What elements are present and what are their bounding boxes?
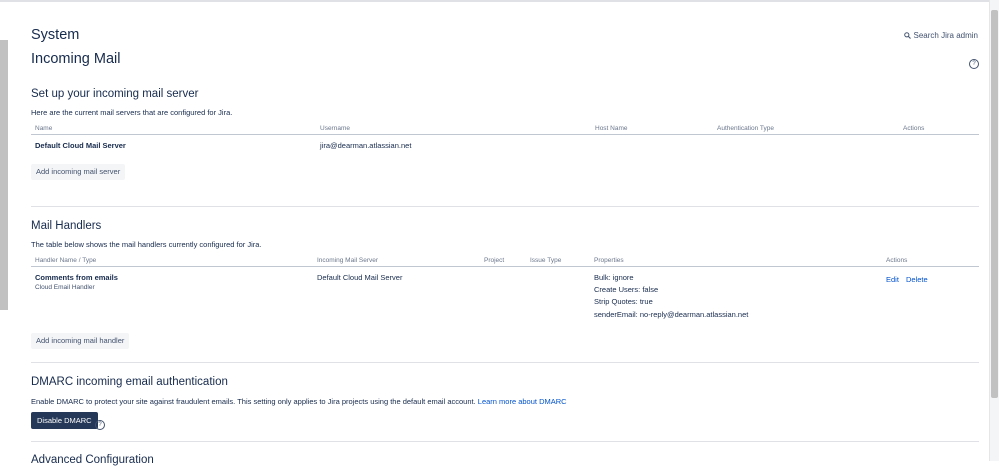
left-scrollbar[interactable]: [0, 40, 8, 310]
add-incoming-mail-server-button[interactable]: Add incoming mail server: [31, 164, 126, 180]
section-divider: [31, 206, 979, 207]
table-header-divider: [31, 134, 979, 135]
add-incoming-mail-handler-button[interactable]: Add incoming mail handler: [31, 333, 130, 349]
dmarc-description-row: Enable DMARC to protect your site agains…: [31, 397, 567, 406]
system-title: System: [31, 27, 80, 43]
section-divider: [31, 362, 979, 363]
col-username: Username: [320, 125, 350, 132]
main-content: System Incoming Mail Search Jira admin ?…: [31, 0, 979, 466]
handler-table-header-divider: [31, 266, 979, 267]
property-bulk: Bulk: ignore: [594, 273, 634, 282]
learn-more-dmarc-link[interactable]: Learn more about DMARC: [478, 397, 567, 406]
page-title: Incoming Mail: [31, 51, 121, 67]
mail-handlers-description: The table below shows the mail handlers …: [31, 240, 262, 249]
col-auth-type: Authentication Type: [717, 125, 774, 132]
handler-name: Comments from emails: [35, 273, 118, 282]
col-handler: Handler Name / Type: [35, 257, 97, 264]
search-jira-admin-label: Search Jira admin: [913, 31, 978, 40]
col-properties: Properties: [594, 257, 624, 264]
disable-dmarc-button[interactable]: Disable DMARC: [31, 412, 98, 429]
advanced-config-heading: Advanced Configuration: [31, 454, 154, 466]
col-name: Name: [35, 125, 53, 132]
property-sender-email: senderEmail: no-reply@dearman.atlassian.…: [594, 310, 749, 319]
page-scrollbar-track[interactable]: [989, 0, 999, 461]
search-jira-admin-link[interactable]: Search Jira admin: [903, 31, 978, 40]
mail-server-heading: Set up your incoming mail server: [31, 88, 199, 100]
section-divider: [31, 441, 979, 442]
handler-type: Cloud Email Handler: [35, 284, 95, 291]
property-strip-quotes: Strip Quotes: true: [594, 297, 653, 306]
col-project: Project: [484, 257, 505, 264]
help-icon[interactable]: ?: [969, 52, 979, 70]
property-create-users: Create Users: false: [594, 285, 659, 294]
search-icon: [903, 32, 911, 39]
dmarc-description: Enable DMARC to protect your site agains…: [31, 397, 476, 406]
delete-handler-link[interactable]: Delete: [906, 275, 928, 284]
mail-server-description: Here are the current mail servers that a…: [31, 108, 233, 117]
col-actions: Actions: [903, 125, 925, 132]
mail-handlers-heading: Mail Handlers: [31, 220, 102, 232]
edit-handler-link[interactable]: Edit: [886, 275, 899, 284]
page-scrollbar-thumb[interactable]: [991, 10, 998, 398]
dmarc-help-icon[interactable]: ?: [95, 413, 105, 431]
col-issue-type: Issue Type: [530, 257, 562, 264]
col-incoming-mail-server: Incoming Mail Server: [317, 257, 379, 264]
server-username: jira@dearman.atlassian.net: [320, 141, 412, 150]
dmarc-heading: DMARC incoming email authentication: [31, 376, 228, 388]
handler-mail-server: Default Cloud Mail Server: [317, 273, 403, 282]
col-handler-actions: Actions: [886, 257, 908, 264]
server-name: Default Cloud Mail Server: [35, 141, 126, 150]
col-host-name: Host Name: [595, 125, 628, 132]
